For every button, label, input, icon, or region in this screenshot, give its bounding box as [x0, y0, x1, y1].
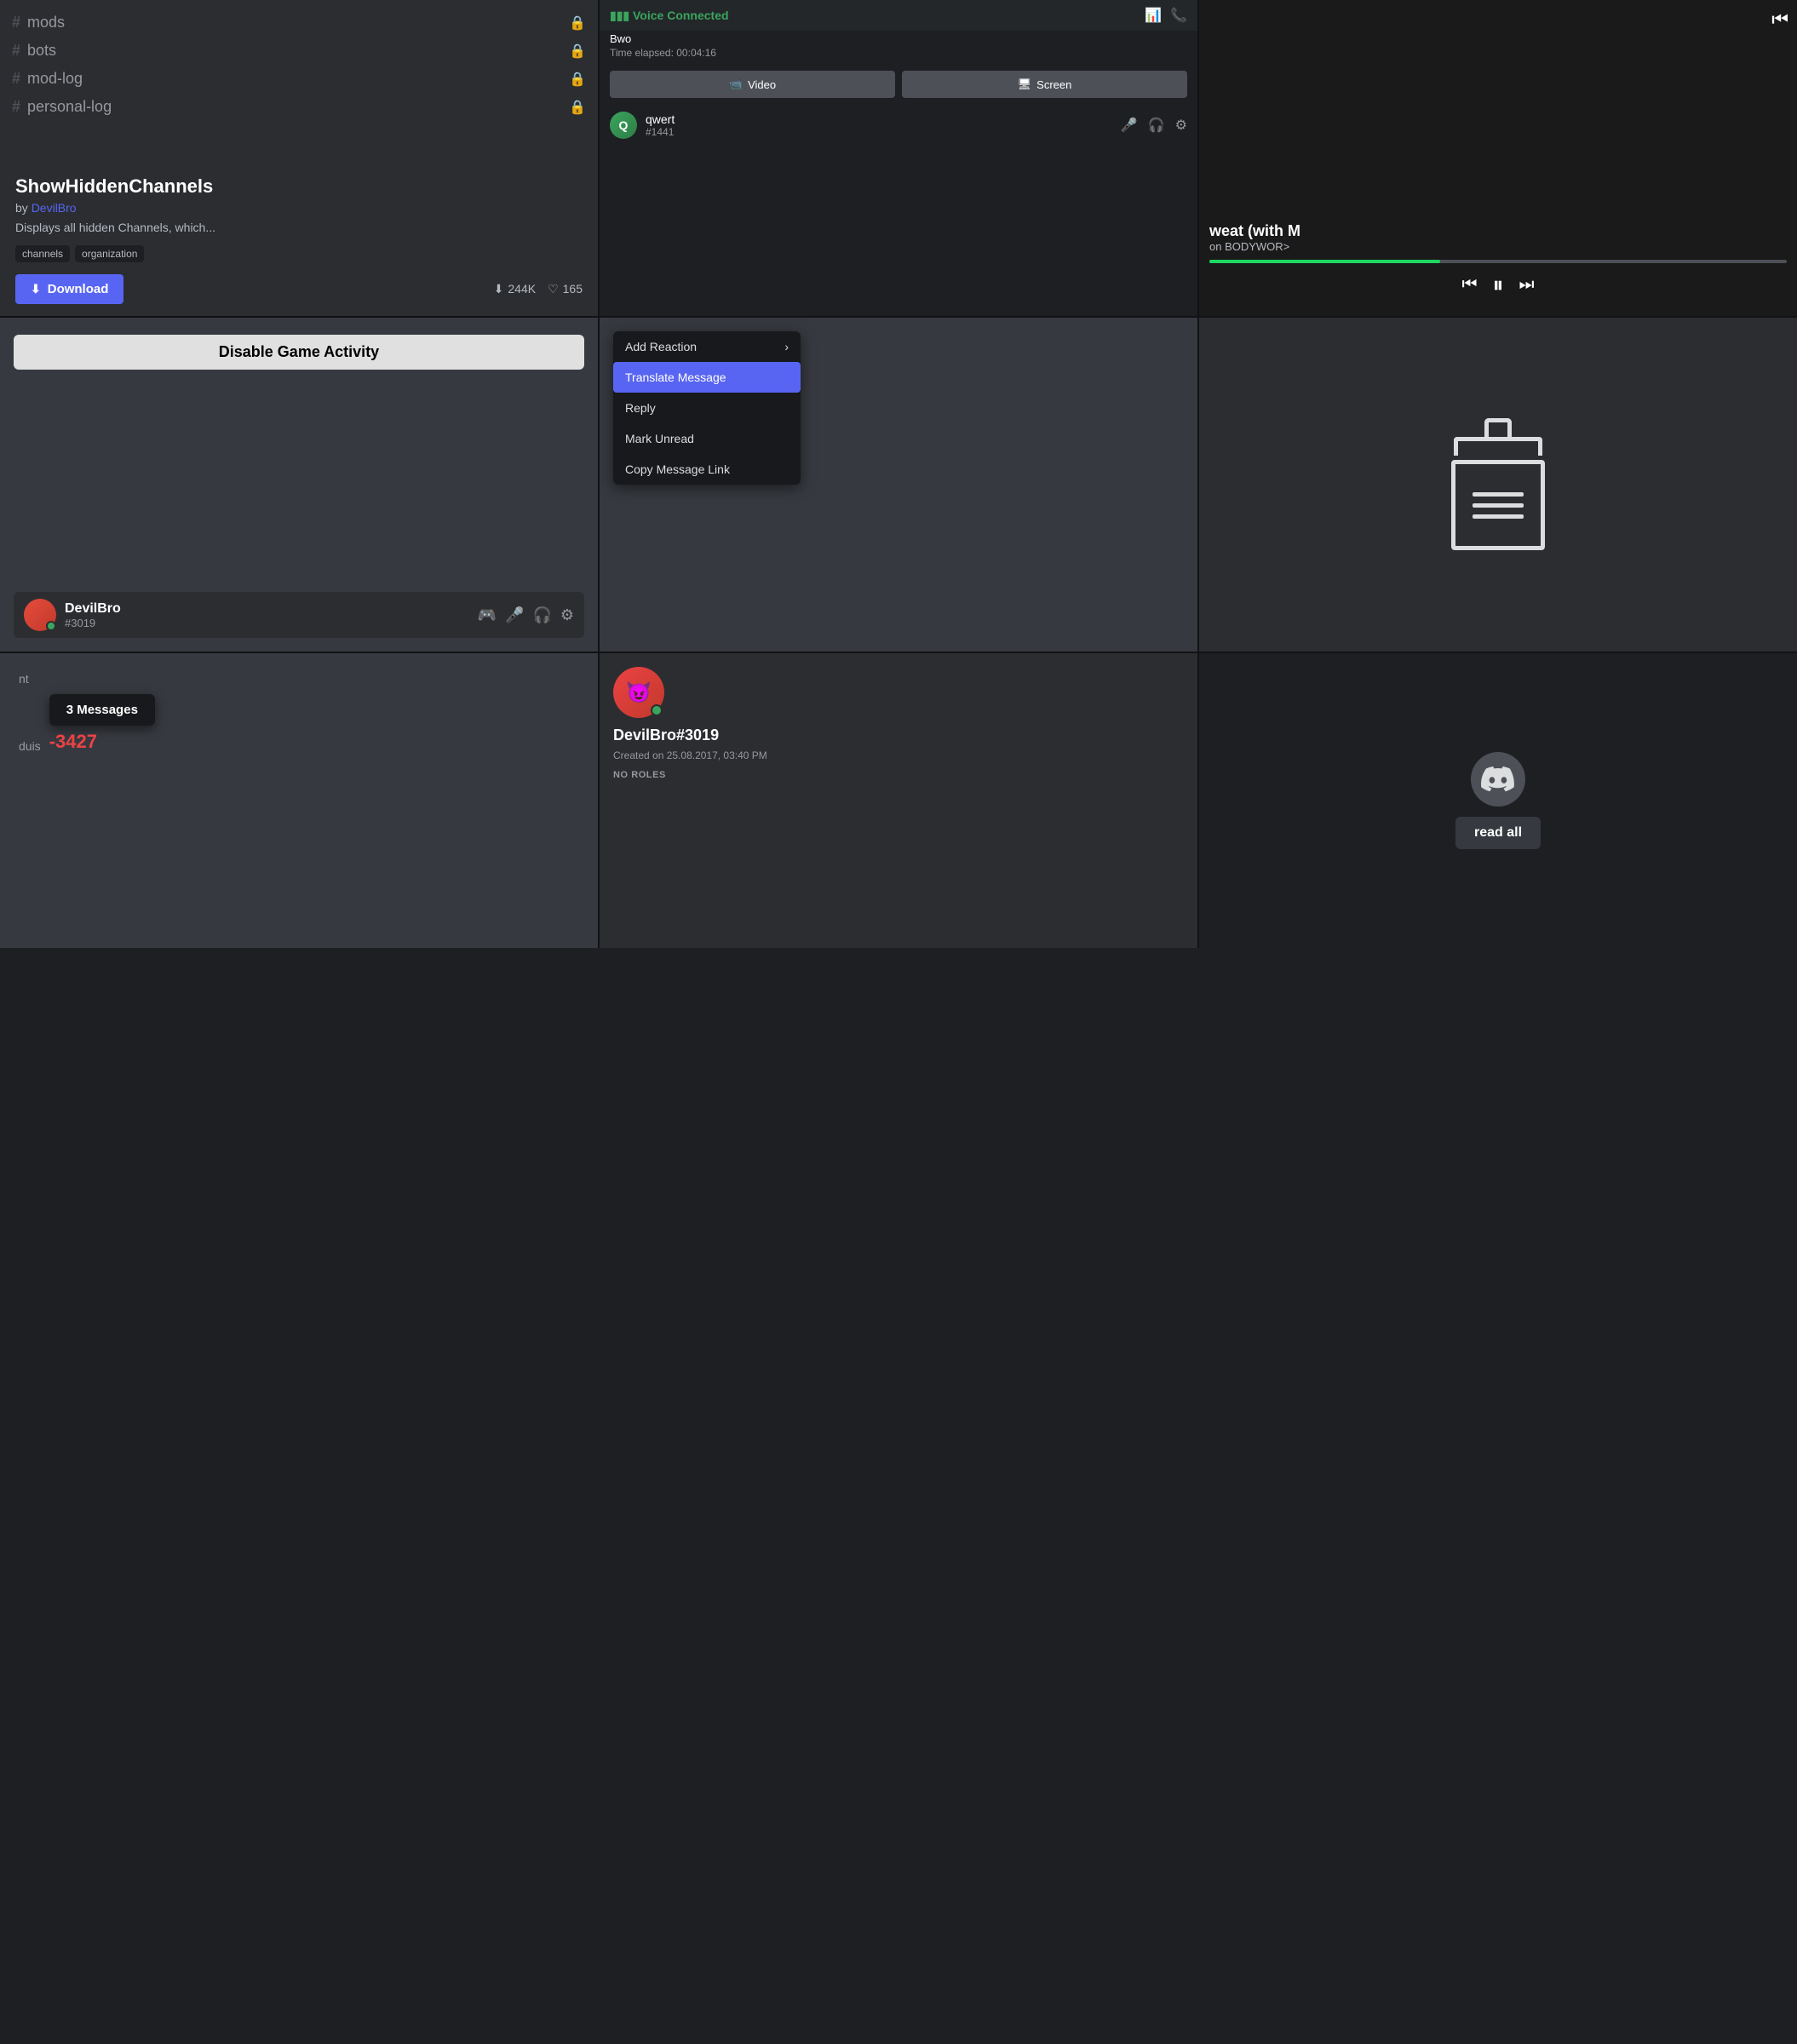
plugin-desc-shc: Displays all hidden Channels, which...	[15, 220, 583, 237]
ctx-copy-link: Copy Message Link	[613, 454, 801, 485]
preview-show-hidden-channels: #mods 🔒 #bots 🔒 #mod-log 🔒 #personal-log…	[0, 0, 598, 162]
box-lines	[1473, 492, 1524, 519]
ctc-video-btn[interactable]: 📹 Video	[610, 71, 895, 98]
ctx-mark-unread: Mark Unread	[613, 423, 801, 454]
cd-created-date: Created on 25.08.2017, 03:40 PM	[613, 749, 767, 761]
ctc-header: ▮▮▮ Voice Connected 📊 📞	[600, 0, 1197, 31]
card-creation-date: 😈 DevilBro#3019 Created on 25.08.2017, 0…	[600, 653, 1197, 948]
discord-logo-icon	[1481, 766, 1515, 792]
headphone-icon: 🎧	[532, 606, 551, 624]
sc-next-icon[interactable]: ⏭	[1519, 275, 1535, 295]
heart-icon-shc: ♡	[548, 282, 559, 296]
sc-back-icon: ⏮	[1771, 9, 1788, 31]
settings-icon-gat: ⚙	[560, 606, 574, 624]
channel-row-bots: #bots 🔒	[12, 37, 586, 65]
box-body	[1451, 460, 1545, 550]
slm-text: nt	[12, 665, 586, 686]
gat-avatar	[24, 599, 56, 631]
box-lid	[1454, 437, 1542, 456]
mic-icon: 🎤	[505, 606, 524, 624]
card-send-large-messages: nt duis 3 Messages -3427 SendLargeMessag…	[0, 653, 598, 948]
card-read-all-notifications: read all ReadAllNotificationsB... by Dev…	[1199, 653, 1797, 948]
preview-ran: read all	[1199, 653, 1797, 948]
ctc-tag: #1441	[646, 126, 675, 138]
card-body-shc: ShowHiddenChannels by DevilBro Displays …	[0, 162, 598, 316]
preview-gto: Add Reaction› Translate Message Reply Ma…	[600, 318, 1197, 652]
preview-cd: 😈 DevilBro#3019 Created on 25.08.2017, 0…	[600, 653, 1197, 948]
sc-progress-bar[interactable]	[1209, 260, 1787, 263]
card-footer-shc: ⬇ Download ⬇ 244K ♡ 165	[15, 274, 583, 304]
plugin-tags-shc: channels organization	[15, 245, 583, 262]
channel-row-mods: #mods 🔒	[12, 9, 586, 37]
download-count-icon-shc: ⬇	[494, 282, 504, 296]
ctx-reply: Reply	[613, 393, 801, 423]
ctc-avatar: Q	[610, 112, 637, 139]
cd-roles: NO ROLES	[613, 770, 666, 780]
plugin-title-shc: ShowHiddenChannels	[15, 175, 583, 198]
card-game-activity-toggle: Disable Game Activity DevilBro #3019 🎮 🎤…	[0, 318, 598, 652]
gat-icons: 🎮 🎤 🎧 ⚙	[478, 606, 574, 624]
box-lid-handle	[1484, 418, 1512, 439]
card-call-time-counter: ▮▮▮ Voice Connected 📊 📞 Bwo Time elapsed…	[600, 0, 1197, 316]
sc-controls: ⏮ ⏸ ⏭	[1209, 272, 1787, 299]
gat-tag: #3019	[65, 617, 121, 629]
cd-username: DevilBro#3019	[613, 726, 719, 744]
card-spotify-controls: ⏮ weat (with M on BODYWOR> ⏮ ⏸ ⏭ Spotify…	[1199, 0, 1797, 316]
card-free-emojis: FreeEmojis by BetterDiscord If you don't…	[1199, 318, 1797, 652]
ran-discord-avatar	[1471, 752, 1525, 807]
ctc-time: Time elapsed: 00:04:16	[600, 47, 1197, 64]
card-google-translate: Add Reaction› Translate Message Reply Ma…	[600, 318, 1197, 652]
ctc-screen-btn[interactable]: 🖥 Screen	[902, 71, 1187, 98]
ctc-icons: 🎤🎧⚙	[1121, 117, 1187, 134]
card-show-hidden-channels: #mods 🔒 #bots 🔒 #mod-log 🔒 #personal-log…	[0, 0, 598, 316]
downloads-stat-shc: ⬇ 244K	[494, 282, 536, 296]
cd-online-dot	[651, 704, 663, 716]
ctx-translate-message: Translate Message	[613, 362, 801, 393]
channel-row-mod-log: #mod-log 🔒	[12, 65, 586, 93]
ctc-name: Bwo	[600, 31, 1197, 47]
ran-read-all-bubble: read all	[1455, 817, 1541, 849]
gat-user-row: DevilBro #3019 🎮 🎤 🎧 ⚙	[14, 592, 584, 638]
slm-char-count: -3427	[49, 731, 155, 753]
gat-online-dot	[46, 621, 56, 631]
download-icon-shc: ⬇	[31, 282, 41, 296]
cd-avatar: 😈	[613, 667, 664, 718]
tag-organization[interactable]: organization	[75, 245, 144, 262]
slm-text2: duis	[19, 739, 41, 753]
stats-shc: ⬇ 244K ♡ 165	[494, 282, 583, 296]
preview-sc: ⏮ weat (with M on BODYWOR> ⏮ ⏸ ⏭	[1199, 0, 1797, 316]
preview-gat: Disable Game Activity DevilBro #3019 🎮 🎤…	[0, 318, 598, 652]
ctx-add-reaction: Add Reaction›	[613, 331, 801, 362]
sc-prev-icon[interactable]: ⏮	[1461, 275, 1477, 295]
gamepad-icon: 🎮	[478, 606, 497, 624]
preview-slm: nt duis 3 Messages -3427	[0, 653, 598, 948]
plugin-author-shc: by DevilBro	[15, 201, 583, 215]
slm-messages-tooltip: 3 Messages	[49, 694, 155, 726]
download-button-shc[interactable]: ⬇ Download	[15, 274, 123, 304]
plugin-grid: #mods 🔒 #bots 🔒 #mod-log 🔒 #personal-log…	[0, 0, 1797, 948]
context-menu: Add Reaction› Translate Message Reply Ma…	[613, 331, 801, 485]
tag-channels[interactable]: channels	[15, 245, 70, 262]
ctc-user: Q qwert #1441 🎤🎧⚙	[600, 105, 1197, 146]
sc-song-title: weat (with M	[1209, 222, 1787, 240]
preview-fe	[1199, 318, 1797, 652]
ctc-buttons: 📹 Video 🖥 Screen	[600, 64, 1197, 105]
gat-banner: Disable Game Activity	[14, 335, 584, 370]
gat-username: DevilBro	[65, 601, 121, 617]
preview-ctc: ▮▮▮ Voice Connected 📊 📞 Bwo Time elapsed…	[600, 0, 1197, 316]
ctc-username: qwert	[646, 112, 675, 126]
sc-play-icon[interactable]: ⏸	[1492, 272, 1503, 299]
likes-stat-shc: ♡ 165	[548, 282, 583, 296]
sc-progress-fill	[1209, 260, 1440, 263]
channel-row-personal-log: #personal-log 🔒	[12, 93, 586, 121]
sc-artist: on BODYWOR>	[1209, 240, 1787, 253]
